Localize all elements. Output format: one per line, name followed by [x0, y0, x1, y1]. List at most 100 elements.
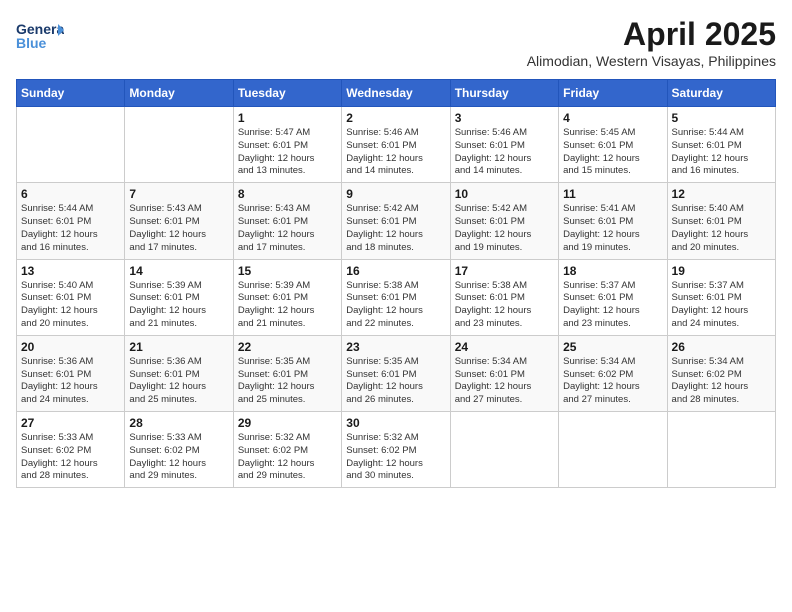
day-number: 21 [129, 340, 228, 354]
title-section: April 2025 Alimodian, Western Visayas, P… [527, 16, 776, 69]
week-row-0: 1 Sunrise: 5:47 AM Sunset: 6:01 PM Daylig… [17, 107, 776, 183]
calendar-cell: 27 Sunrise: 5:33 AM Sunset: 6:02 PM Dayli… [17, 412, 125, 488]
calendar-cell: 25 Sunrise: 5:34 AM Sunset: 6:02 PM Dayli… [559, 335, 667, 411]
weekday-header-row: SundayMondayTuesdayWednesdayThursdayFrid… [17, 80, 776, 107]
calendar-cell [450, 412, 558, 488]
day-info: Sunrise: 5:42 AM Sunset: 6:01 PM Dayligh… [455, 203, 554, 254]
day-info: Sunrise: 5:40 AM Sunset: 6:01 PM Dayligh… [21, 280, 120, 331]
calendar-cell: 24Sunrise: 5:34 AM Sunset: 6:01 PM Dayli… [450, 335, 558, 411]
day-info: Sunrise: 5:44 AM Sunset: 6:01 PM Dayligh… [21, 203, 120, 254]
calendar-cell: 3Sunrise: 5:46 AM Sunset: 6:01 PM Daylig… [450, 107, 558, 183]
calendar-cell: 22Sunrise: 5:35 AM Sunset: 6:01 PM Dayli… [233, 335, 341, 411]
day-info: Sunrise: 5:47 AM Sunset: 6:01 PM Dayligh… [238, 127, 337, 178]
day-number: 28 [129, 416, 228, 430]
calendar-cell [559, 412, 667, 488]
day-number: 12 [672, 187, 771, 201]
svg-text:Blue: Blue [16, 35, 47, 51]
day-info: Sunrise: 5:35 AM Sunset: 6:01 PM Dayligh… [238, 356, 337, 407]
calendar-cell: 13 Sunrise: 5:40 AM Sunset: 6:01 PM Dayli… [17, 259, 125, 335]
day-info: Sunrise: 5:40 AM Sunset: 6:01 PM Dayligh… [672, 203, 771, 254]
calendar-cell: 6 Sunrise: 5:44 AM Sunset: 6:01 PM Daylig… [17, 183, 125, 259]
weekday-header-saturday: Saturday [667, 80, 775, 107]
calendar-cell: 9 Sunrise: 5:42 AM Sunset: 6:01 PM Daylig… [342, 183, 450, 259]
day-number: 8 [238, 187, 337, 201]
logo: General Blue [16, 16, 64, 61]
day-number: 27 [21, 416, 120, 430]
weekday-header-thursday: Thursday [450, 80, 558, 107]
calendar-cell: 18Sunrise: 5:37 AM Sunset: 6:01 PM Dayli… [559, 259, 667, 335]
calendar-cell: 2Sunrise: 5:46 AM Sunset: 6:01 PM Daylig… [342, 107, 450, 183]
day-info: Sunrise: 5:33 AM Sunset: 6:02 PM Dayligh… [21, 432, 120, 483]
day-number: 25 [563, 340, 662, 354]
calendar-cell: 11 Sunrise: 5:41 AM Sunset: 6:01 PM Dayli… [559, 183, 667, 259]
day-number: 26 [672, 340, 771, 354]
calendar-cell: 14 Sunrise: 5:39 AM Sunset: 6:01 PM Dayli… [125, 259, 233, 335]
day-info: Sunrise: 5:36 AM Sunset: 6:01 PM Dayligh… [21, 356, 120, 407]
calendar-cell: 26 Sunrise: 5:34 AM Sunset: 6:02 PM Dayli… [667, 335, 775, 411]
calendar-cell: 7Sunrise: 5:43 AM Sunset: 6:01 PM Daylig… [125, 183, 233, 259]
week-row-1: 6 Sunrise: 5:44 AM Sunset: 6:01 PM Daylig… [17, 183, 776, 259]
calendar-cell [125, 107, 233, 183]
weekday-header-sunday: Sunday [17, 80, 125, 107]
calendar-cell: 23 Sunrise: 5:35 AM Sunset: 6:01 PM Dayli… [342, 335, 450, 411]
calendar-cell: 10 Sunrise: 5:42 AM Sunset: 6:01 PM Dayli… [450, 183, 558, 259]
day-info: Sunrise: 5:41 AM Sunset: 6:01 PM Dayligh… [563, 203, 662, 254]
day-number: 4 [563, 111, 662, 125]
day-info: Sunrise: 5:34 AM Sunset: 6:02 PM Dayligh… [672, 356, 771, 407]
day-info: Sunrise: 5:43 AM Sunset: 6:01 PM Dayligh… [238, 203, 337, 254]
day-info: Sunrise: 5:42 AM Sunset: 6:01 PM Dayligh… [346, 203, 445, 254]
day-info: Sunrise: 5:33 AM Sunset: 6:02 PM Dayligh… [129, 432, 228, 483]
week-row-4: 27 Sunrise: 5:33 AM Sunset: 6:02 PM Dayli… [17, 412, 776, 488]
day-number: 3 [455, 111, 554, 125]
logo-icon: General Blue [16, 16, 64, 56]
day-info: Sunrise: 5:35 AM Sunset: 6:01 PM Dayligh… [346, 356, 445, 407]
location: Alimodian, Western Visayas, Philippines [527, 53, 776, 69]
day-number: 17 [455, 264, 554, 278]
day-number: 10 [455, 187, 554, 201]
calendar-cell [17, 107, 125, 183]
day-info: Sunrise: 5:37 AM Sunset: 6:01 PM Dayligh… [672, 280, 771, 331]
calendar-cell: 15Sunrise: 5:39 AM Sunset: 6:01 PM Dayli… [233, 259, 341, 335]
calendar-cell: 5 Sunrise: 5:44 AM Sunset: 6:01 PM Daylig… [667, 107, 775, 183]
day-number: 6 [21, 187, 120, 201]
calendar-cell [667, 412, 775, 488]
week-row-3: 20 Sunrise: 5:36 AM Sunset: 6:01 PM Dayli… [17, 335, 776, 411]
page-header: General Blue April 2025 Alimodian, Weste… [16, 16, 776, 69]
day-number: 29 [238, 416, 337, 430]
day-info: Sunrise: 5:32 AM Sunset: 6:02 PM Dayligh… [346, 432, 445, 483]
day-info: Sunrise: 5:44 AM Sunset: 6:01 PM Dayligh… [672, 127, 771, 178]
weekday-header-wednesday: Wednesday [342, 80, 450, 107]
calendar-cell: 12 Sunrise: 5:40 AM Sunset: 6:01 PM Dayli… [667, 183, 775, 259]
day-info: Sunrise: 5:39 AM Sunset: 6:01 PM Dayligh… [129, 280, 228, 331]
day-number: 30 [346, 416, 445, 430]
day-info: Sunrise: 5:38 AM Sunset: 6:01 PM Dayligh… [455, 280, 554, 331]
day-info: Sunrise: 5:38 AM Sunset: 6:01 PM Dayligh… [346, 280, 445, 331]
calendar-cell: 19 Sunrise: 5:37 AM Sunset: 6:01 PM Dayli… [667, 259, 775, 335]
day-info: Sunrise: 5:34 AM Sunset: 6:02 PM Dayligh… [563, 356, 662, 407]
weekday-header-tuesday: Tuesday [233, 80, 341, 107]
calendar-cell: 21Sunrise: 5:36 AM Sunset: 6:01 PM Dayli… [125, 335, 233, 411]
calendar-cell: 8 Sunrise: 5:43 AM Sunset: 6:01 PM Daylig… [233, 183, 341, 259]
day-number: 23 [346, 340, 445, 354]
day-number: 15 [238, 264, 337, 278]
day-number: 5 [672, 111, 771, 125]
day-info: Sunrise: 5:43 AM Sunset: 6:01 PM Dayligh… [129, 203, 228, 254]
day-number: 14 [129, 264, 228, 278]
day-number: 11 [563, 187, 662, 201]
day-info: Sunrise: 5:45 AM Sunset: 6:01 PM Dayligh… [563, 127, 662, 178]
day-number: 19 [672, 264, 771, 278]
calendar-cell: 1 Sunrise: 5:47 AM Sunset: 6:01 PM Daylig… [233, 107, 341, 183]
week-row-2: 13 Sunrise: 5:40 AM Sunset: 6:01 PM Dayli… [17, 259, 776, 335]
day-number: 13 [21, 264, 120, 278]
calendar-cell: 16Sunrise: 5:38 AM Sunset: 6:01 PM Dayli… [342, 259, 450, 335]
calendar-cell: 4 Sunrise: 5:45 AM Sunset: 6:01 PM Daylig… [559, 107, 667, 183]
day-number: 18 [563, 264, 662, 278]
day-number: 1 [238, 111, 337, 125]
day-number: 2 [346, 111, 445, 125]
calendar-cell: 30 Sunrise: 5:32 AM Sunset: 6:02 PM Dayli… [342, 412, 450, 488]
calendar-cell: 17 Sunrise: 5:38 AM Sunset: 6:01 PM Dayli… [450, 259, 558, 335]
day-number: 9 [346, 187, 445, 201]
day-info: Sunrise: 5:32 AM Sunset: 6:02 PM Dayligh… [238, 432, 337, 483]
weekday-header-monday: Monday [125, 80, 233, 107]
day-number: 20 [21, 340, 120, 354]
